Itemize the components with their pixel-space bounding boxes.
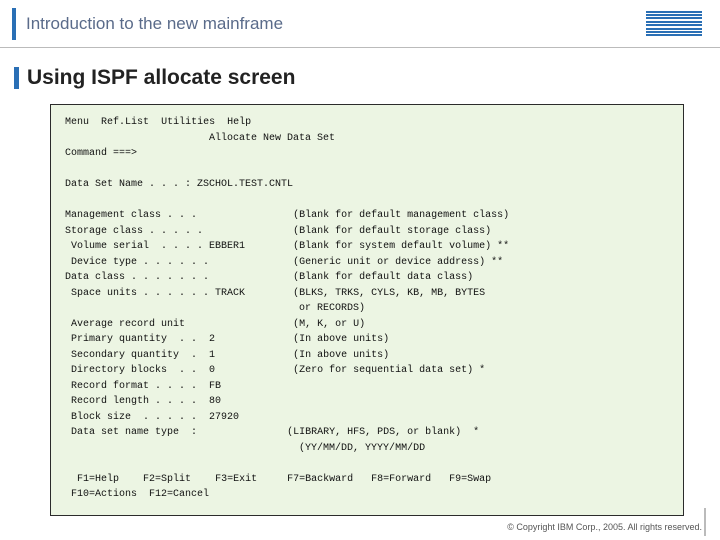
fkey-f12[interactable]: F12=Cancel <box>149 489 209 500</box>
row-dots: . . <box>179 241 209 252</box>
row-dots <box>185 319 209 330</box>
header-accent <box>12 8 16 40</box>
row-label: Record length . . . <box>65 396 185 407</box>
row-label: Management class . <box>65 210 173 221</box>
terminal-screen: Menu Ref.List Utilities Help Allocate Ne… <box>50 104 684 516</box>
row-val[interactable]: EBBER1 <box>209 241 245 252</box>
row-label: Secondary quantity <box>65 350 185 361</box>
dsn-dots: . . . : <box>143 179 191 190</box>
row-dots: . <box>185 350 209 361</box>
menu-item-help[interactable]: Help <box>227 117 251 128</box>
screen-title: Allocate New Data Set <box>209 133 335 144</box>
row-label: Directory blocks . <box>65 365 185 376</box>
row-hint: (Blank for default management class) <box>293 210 509 221</box>
row-hint: (Blank for default storage class) <box>293 226 491 237</box>
slide-title-row: Using ISPF allocate screen <box>0 48 720 98</box>
row-dots: . <box>185 412 209 423</box>
menu-item-utilities[interactable]: Utilities <box>161 117 215 128</box>
dsn-value[interactable]: ZSCHOL.TEST.CNTL <box>197 179 293 190</box>
slide-title: Using ISPF allocate screen <box>27 66 295 90</box>
row-dots: . <box>185 334 209 345</box>
row-label: Data class . . . . . <box>65 272 185 283</box>
slide-title-accent <box>14 67 19 89</box>
row-label: Data set name type <box>65 427 185 438</box>
footer-copyright: © Copyright IBM Corp., 2005. All rights … <box>507 522 702 532</box>
row-val[interactable]: TRACK <box>215 288 245 299</box>
row-val[interactable]: 80 <box>209 396 221 407</box>
row-label: Block size . . . . <box>65 412 185 423</box>
row-dots: . . <box>173 210 203 221</box>
row-label: Device type . . . . <box>65 257 185 268</box>
fkey-f9[interactable]: F9=Swap <box>449 474 491 485</box>
header-bar: Introduction to the new mainframe <box>0 0 720 48</box>
row-hint: (Blank for system default volume) ** <box>293 241 509 252</box>
row-label: Volume serial . . <box>65 241 179 252</box>
fkey-f7[interactable]: F7=Backward <box>287 474 353 485</box>
ibm-logo-icon <box>646 11 702 37</box>
row-val[interactable]: 1 <box>209 350 215 361</box>
row-label: Average record unit <box>65 319 185 330</box>
footer-divider <box>704 508 706 536</box>
row-dots: : <box>185 427 209 438</box>
row-label: Primary quantity . <box>65 334 185 345</box>
row-val[interactable]: 2 <box>209 334 215 345</box>
row-dots: . <box>185 365 209 376</box>
dsn-label: Data Set Name <box>65 179 143 190</box>
row-dots: . <box>185 381 209 392</box>
fkey-f3[interactable]: F3=Exit <box>215 474 257 485</box>
row-dots: . . <box>185 288 215 299</box>
row-hint: (BLKS, TRKS, CYLS, KB, MB, BYTES <box>293 288 485 299</box>
menu-item-menu[interactable]: Menu <box>65 117 89 128</box>
row-dots: . <box>185 396 209 407</box>
menu-item-reflist[interactable]: Ref.List <box>101 117 149 128</box>
row-hint: (Blank for default data class) <box>293 272 473 283</box>
row-label: Space units . . . . <box>65 288 185 299</box>
row-hint: (YY/MM/DD, YYYY/MM/DD <box>299 443 425 454</box>
row-val[interactable]: 0 <box>209 365 215 376</box>
row-hint: (M, K, or U) <box>293 319 365 330</box>
row-dots: . . <box>185 257 215 268</box>
row-hint: (Zero for sequential data set) * <box>293 365 485 376</box>
row-hint: (In above units) <box>293 350 389 361</box>
header-title: Introduction to the new mainframe <box>26 14 646 34</box>
row-hint: (Generic unit or device address) ** <box>293 257 503 268</box>
fkey-f8[interactable]: F8=Forward <box>371 474 431 485</box>
row-label: Record format . . . <box>65 381 185 392</box>
row-hint: or RECORDS) <box>293 303 365 314</box>
row-label: Storage class . . . <box>65 226 179 237</box>
row-dots: . . <box>179 226 209 237</box>
row-val[interactable]: FB <box>209 381 221 392</box>
row-dots: . . <box>185 272 215 283</box>
fkey-f10[interactable]: F10=Actions <box>71 489 137 500</box>
row-val[interactable]: 27920 <box>209 412 239 423</box>
row-hint: (LIBRARY, HFS, PDS, or blank) * <box>287 427 479 438</box>
fkey-f1[interactable]: F1=Help <box>77 474 119 485</box>
command-prompt[interactable]: Command ===> <box>65 148 137 159</box>
row-hint: (In above units) <box>293 334 389 345</box>
fkey-f2[interactable]: F2=Split <box>143 474 191 485</box>
